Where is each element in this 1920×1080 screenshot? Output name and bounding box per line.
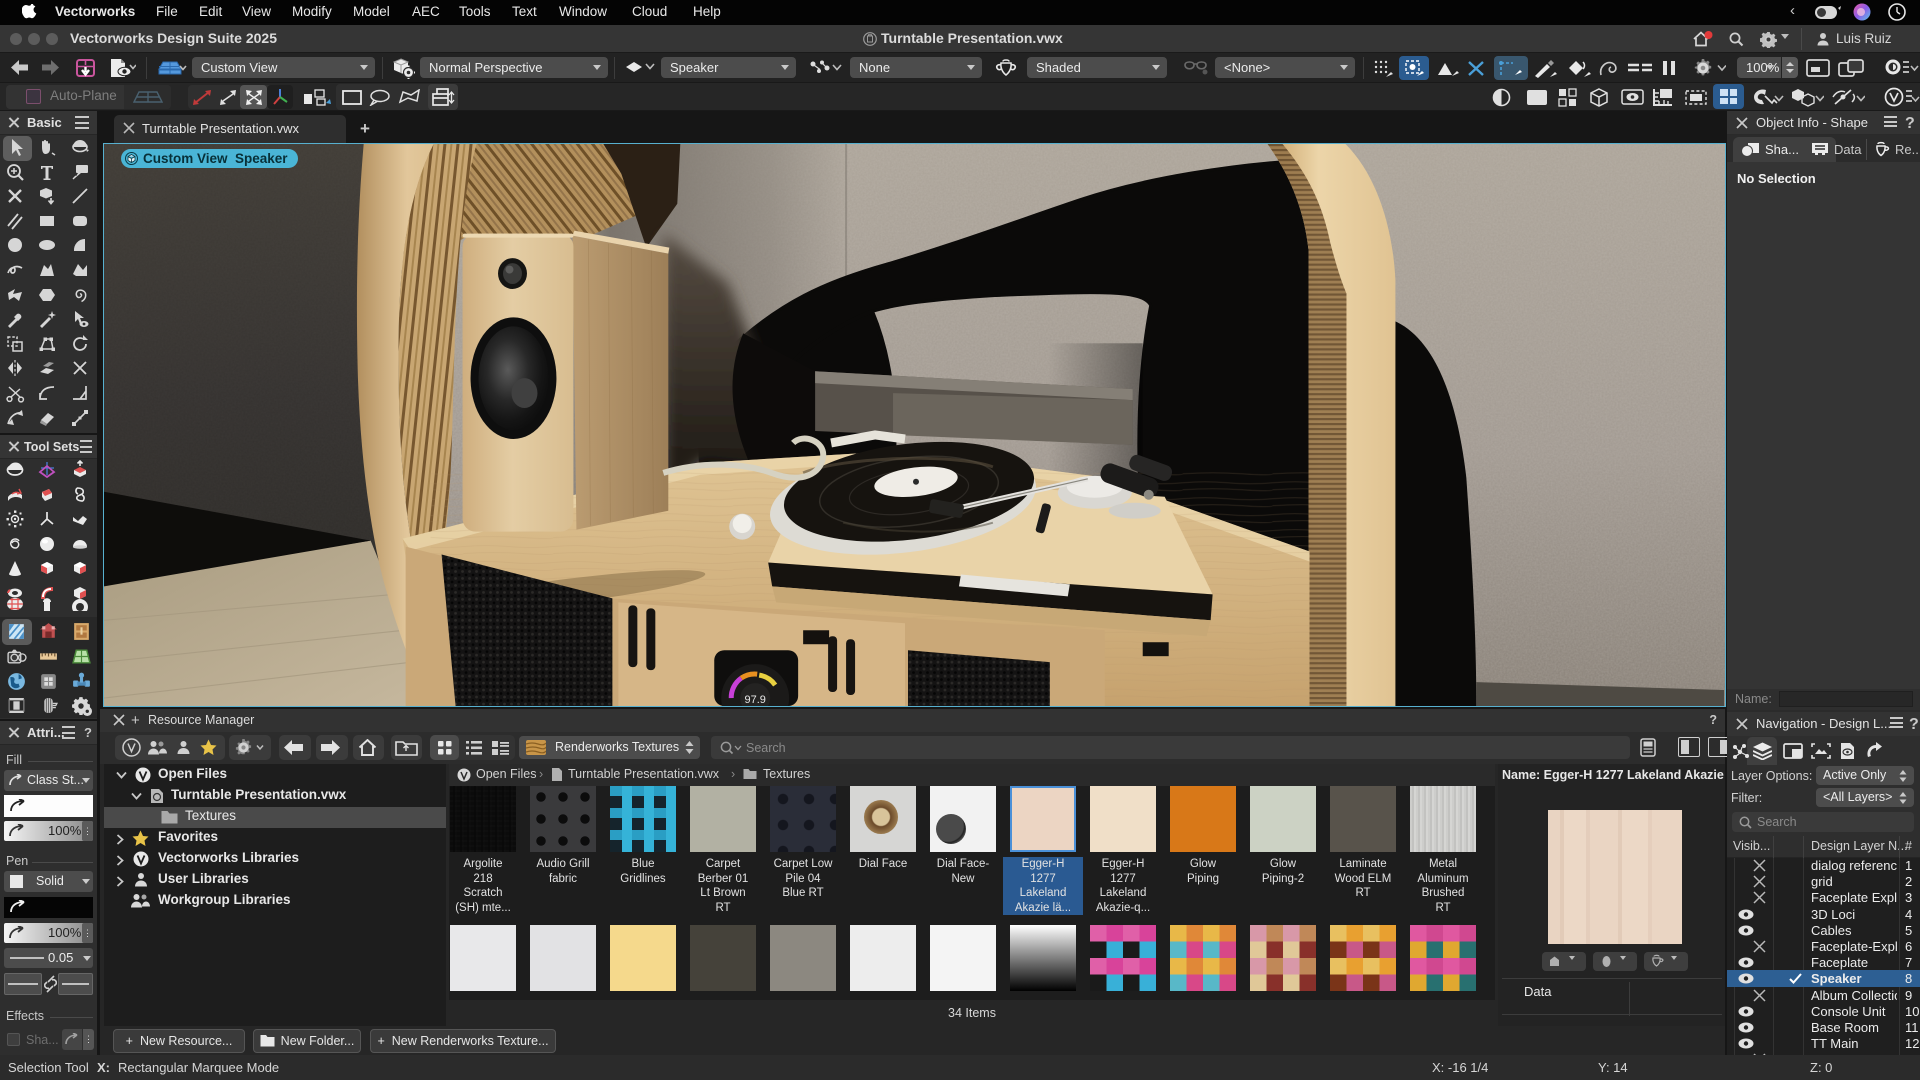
svg-text:97.9: 97.9 xyxy=(745,694,766,706)
